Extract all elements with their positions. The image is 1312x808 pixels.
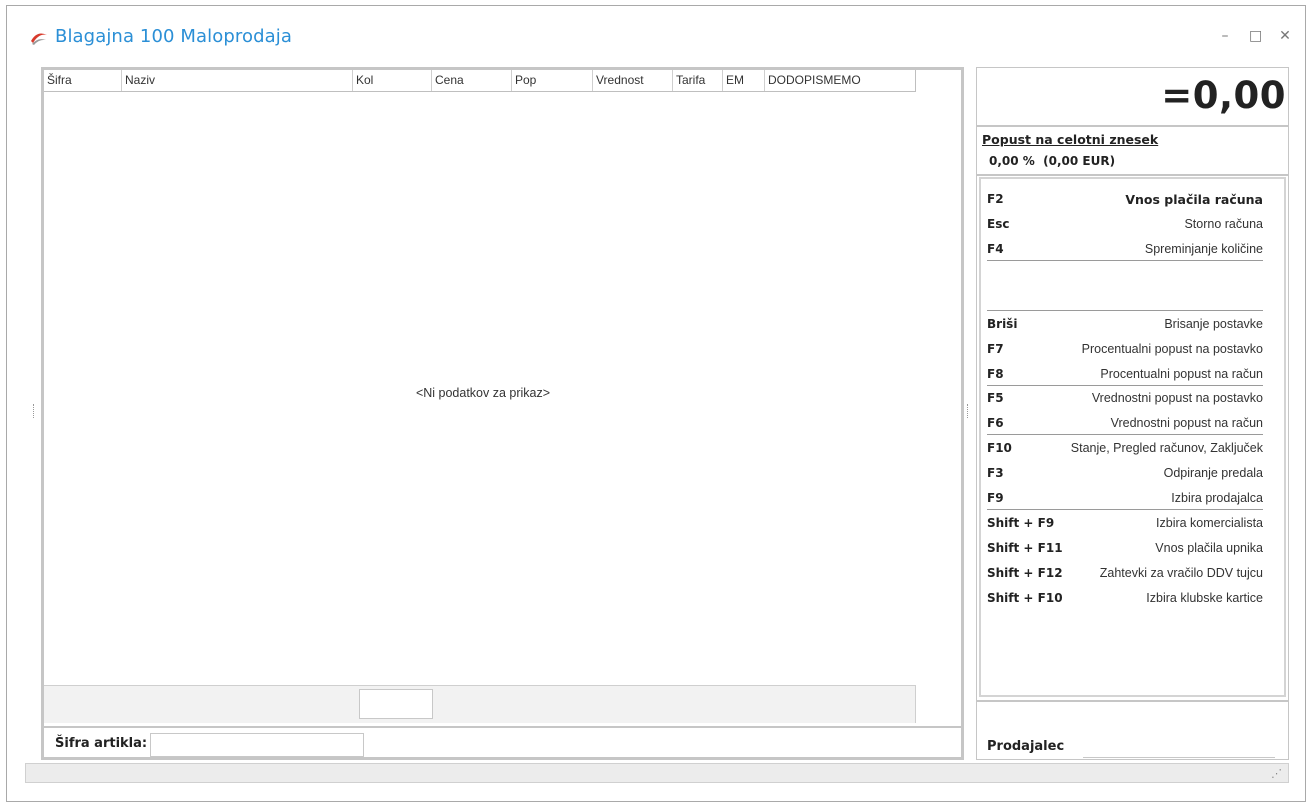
shortcut-desc: Vrednostni popust na račun [1110,416,1263,430]
shortcut-desc: Vnos plačila računa [1125,192,1263,207]
shortcut-key: F2 [987,192,1004,206]
column-header-em[interactable]: EM [723,70,765,91]
seller-label: Prodajalec [987,739,1065,754]
column-header-vrednost[interactable]: Vrednost [593,70,673,91]
shortcut-desc: Storno računa [1184,217,1263,231]
column-header-cena[interactable]: Cena [432,70,512,91]
shortcut-row-f4[interactable]: F4 Spreminjanje količine [987,238,1263,262]
shortcut-key: F7 [987,342,1004,356]
right-splitter-handle[interactable] [967,404,970,418]
shortcut-row-f2[interactable]: F2 Vnos plačila računa [987,188,1263,212]
shortcut-divider [987,509,1263,510]
app-logo-icon [31,33,47,45]
left-splitter-handle[interactable] [33,404,36,418]
shortcut-row-f5[interactable]: F5 Vrednostni popust na postavko [987,387,1263,411]
shortcut-desc: Izbira prodajalca [1171,491,1263,505]
main-window: Blagajna 100 Maloprodaja – □ ✕ Šifra Naz… [6,5,1306,802]
shortcut-row-esc[interactable]: Esc Storno računa [987,213,1263,237]
shortcut-divider [987,385,1263,386]
shortcut-key: F3 [987,466,1004,480]
grid-footer [44,685,916,723]
shortcut-desc: Vnos plačila upnika [1155,541,1263,555]
shortcut-key: Esc [987,217,1010,231]
shortcut-key: Briši [987,317,1018,331]
shortcut-row-brisi[interactable]: Briši Brisanje postavke [987,313,1263,337]
shortcut-row-shift-f11[interactable]: Shift + F11 Vnos plačila upnika [987,537,1263,561]
seller-box: Prodajalec [977,700,1288,759]
footer-summary-cell [359,689,433,719]
shortcut-row-f9[interactable]: F9 Izbira prodajalca [987,487,1263,511]
column-header-kol[interactable]: Kol [353,70,432,91]
shortcut-row-f8[interactable]: F8 Procentualni popust na račun [987,363,1263,387]
column-header-sifra[interactable]: Šifra [44,70,122,91]
shortcut-divider [987,434,1263,435]
shortcut-key: F10 [987,441,1012,455]
shortcut-row-f3[interactable]: F3 Odpiranje predala [987,462,1263,486]
close-icon[interactable]: ✕ [1279,28,1291,44]
window-controls: – □ ✕ [1219,28,1291,44]
shortcut-desc: Zahtevki za vračilo DDV tujcu [1099,566,1263,580]
shortcut-key: Shift + F9 [987,516,1055,530]
shortcut-key: F6 [987,416,1004,430]
discount-box: Popust na celotni znesek 0,00 % (0,00 EU… [977,127,1288,176]
shortcut-desc: Procentualni popust na račun [1100,367,1263,381]
shortcut-desc: Stanje, Pregled računov, Zaključek [1070,441,1263,455]
shortcut-row-f7[interactable]: F7 Procentualni popust na postavko [987,338,1263,362]
shortcut-desc: Vrednostni popust na postavko [1091,391,1263,405]
column-header-tarifa[interactable]: Tarifa [673,70,723,91]
title-bar: Blagajna 100 Maloprodaja – □ ✕ [7,6,1305,62]
total-amount: =0,00 [1161,74,1286,117]
shortcut-list: F2 Vnos plačila računa Esc Storno računa… [979,177,1286,697]
shortcut-key: F5 [987,391,1004,405]
total-discount-value: 0,00 % (0,00 EUR) [989,154,1116,168]
column-header-dodopismemo[interactable]: DODOPISMEMO [765,70,914,91]
maximize-icon[interactable]: □ [1249,28,1262,44]
status-bar: ⋰ [25,763,1289,783]
shortcut-key: Shift + F11 [987,541,1063,555]
article-entry-row: Šifra artikla: [44,726,961,757]
column-header-pop[interactable]: Pop [512,70,593,91]
minimize-icon[interactable]: – [1219,28,1231,44]
total-discount-link[interactable]: Popust na celotni znesek [982,132,1158,147]
window-title: Blagajna 100 Maloprodaja [55,26,292,47]
empty-grid-message: <Ni podatkov za prikaz> [415,386,551,400]
shortcut-key: Shift + F10 [987,591,1063,605]
shortcut-row-shift-f10[interactable]: Shift + F10 Izbira klubske kartice [987,587,1263,611]
grid-header: Šifra Naziv Kol Cena Pop Vrednost Tarifa… [44,70,916,92]
shortcut-key: F4 [987,242,1004,256]
total-box: =0,00 [977,68,1288,127]
shortcut-divider [987,260,1263,261]
totals-panel: =0,00 Popust na celotni znesek 0,00 % (0… [976,67,1289,760]
shortcut-desc: Izbira komercialista [1156,516,1263,530]
shortcut-desc: Spreminjanje količine [1144,242,1263,256]
shortcut-row-shift-f9[interactable]: Shift + F9 Izbira komercialista [987,512,1263,536]
resize-grip-icon[interactable]: ⋰ [1271,767,1282,780]
shortcut-key: F9 [987,491,1004,505]
shortcut-desc: Brisanje postavke [1164,317,1263,331]
shortcut-desc: Odpiranje predala [1163,466,1263,480]
items-grid-panel: Šifra Naziv Kol Cena Pop Vrednost Tarifa… [41,67,964,760]
shortcut-row-f10[interactable]: F10 Stanje, Pregled računov, Zaključek [987,437,1263,461]
shortcut-row-f6[interactable]: F6 Vrednostni popust na račun [987,412,1263,436]
shortcut-key: Shift + F12 [987,566,1063,580]
shortcut-desc: Izbira klubske kartice [1146,591,1263,605]
shortcut-row-shift-f12[interactable]: Shift + F12 Zahtevki za vračilo DDV tujc… [987,562,1263,586]
shortcut-desc: Procentualni popust na postavko [1081,342,1263,356]
shortcut-key: F8 [987,367,1004,381]
column-header-naziv[interactable]: Naziv [122,70,353,91]
article-code-label: Šifra artikla: [55,736,148,751]
shortcut-divider [987,310,1263,311]
seller-field[interactable] [1083,757,1275,758]
article-code-input[interactable] [150,733,364,757]
